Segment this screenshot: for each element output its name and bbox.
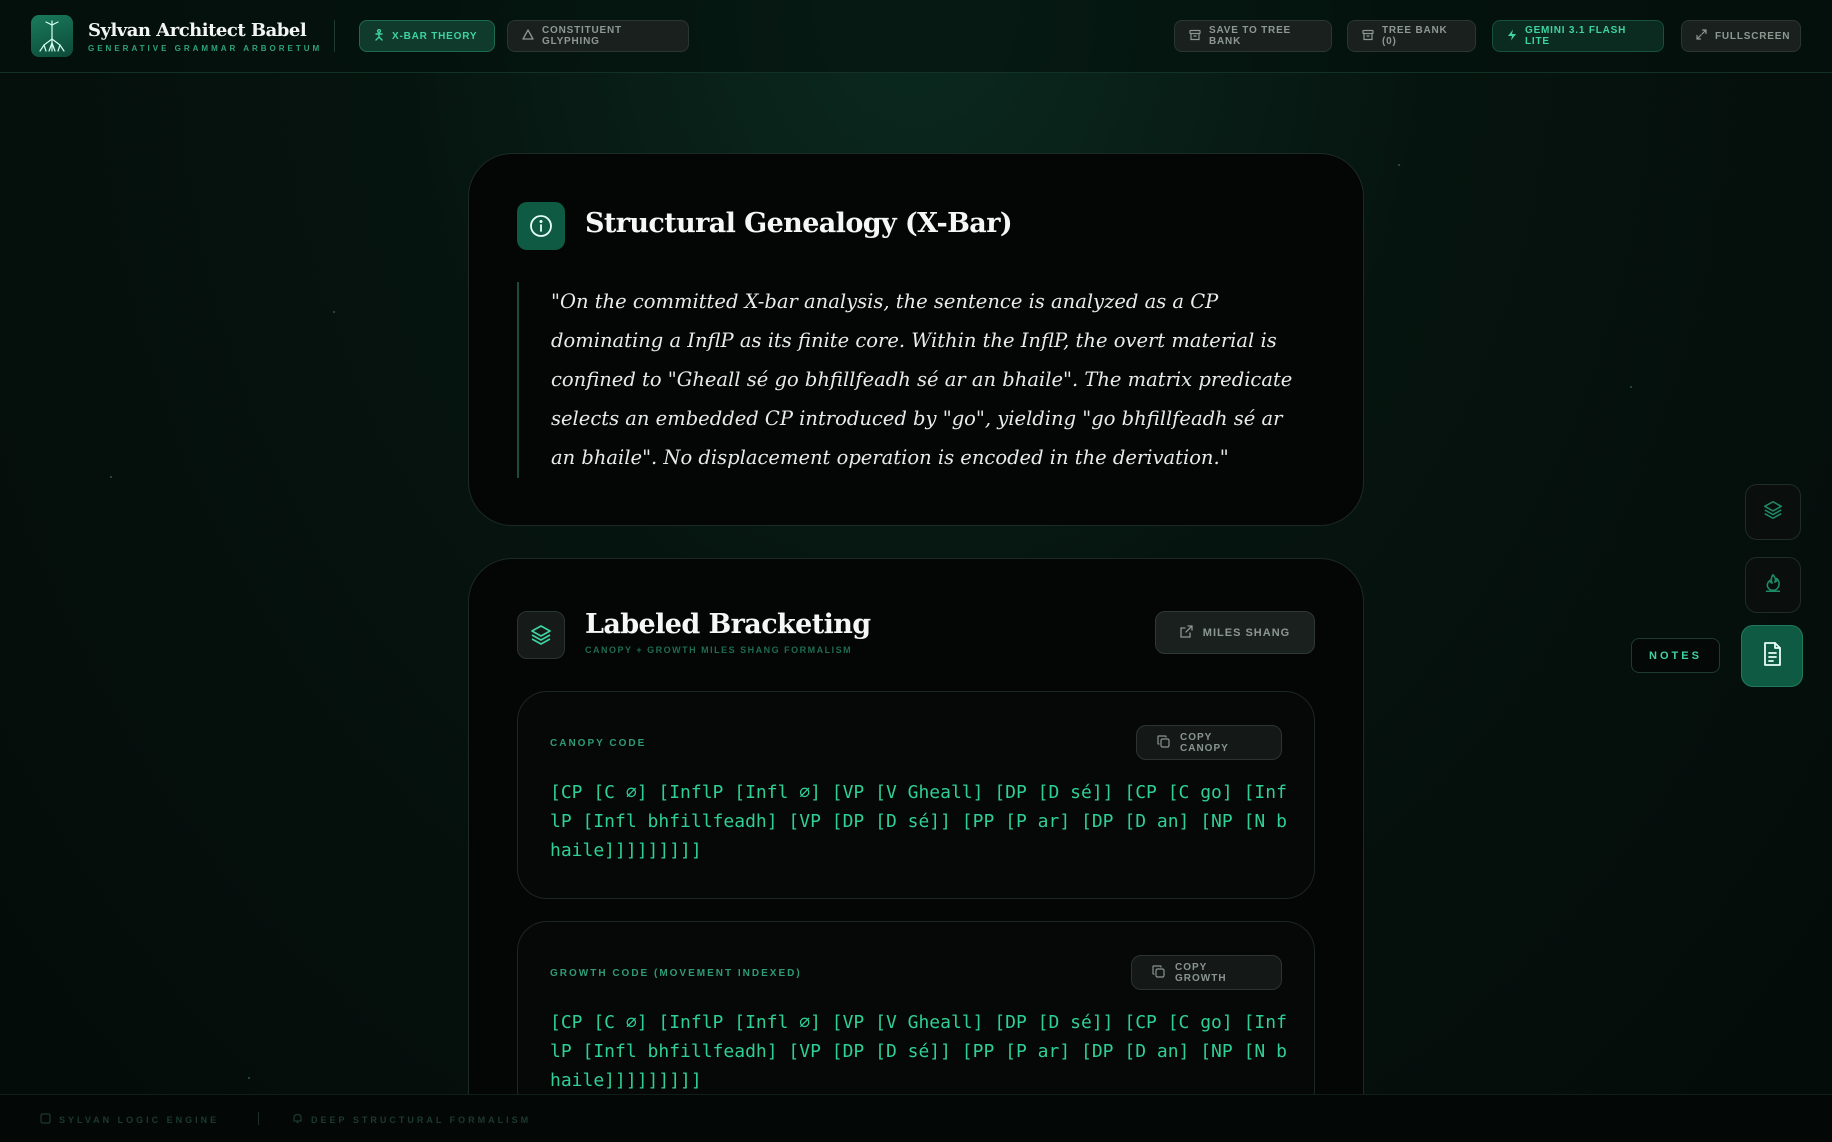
copy-canopy-button[interactable]: COPY CANOPY xyxy=(1136,725,1282,760)
model-label: GEMINI 3.1 FLASH LITE xyxy=(1525,25,1627,47)
app-footer: SYLVAN LOGIC ENGINE DEEP STRUCTURAL FORM… xyxy=(0,1094,1832,1142)
document-icon xyxy=(1760,641,1784,672)
tree-bank-label: TREE BANK (0) xyxy=(1382,25,1448,47)
tab-constituent-glyphing[interactable]: CONSTITUENT GLYPHING xyxy=(507,20,689,52)
footer-formalism: DEEP STRUCTURAL FORMALISM xyxy=(292,1113,531,1126)
bell-icon xyxy=(292,1113,303,1126)
footer-formalism-label: DEEP STRUCTURAL FORMALISM xyxy=(311,1114,532,1125)
person-icon xyxy=(374,28,384,44)
copy-icon xyxy=(1157,734,1170,751)
growth-code-text: [CP [C ∅] [InflP [Infl ∅] [VP [V Gheall]… xyxy=(550,1012,1287,1091)
app-header: Sylvan Architect Babel GENERATIVE GRAMMA… xyxy=(0,0,1832,73)
tree-bank-button[interactable]: TREE BANK (0) xyxy=(1347,20,1476,52)
tab-label: CONSTITUENT GLYPHING xyxy=(542,25,622,47)
bracketing-title: Labeled Bracketing xyxy=(585,609,871,640)
structural-genealogy-card: Structural Genealogy (X-Bar) "On the com… xyxy=(468,153,1364,526)
layers-toolbar-button[interactable] xyxy=(1745,484,1801,540)
chip-icon xyxy=(40,1113,51,1126)
tree-logo-icon xyxy=(31,15,73,57)
copy-icon xyxy=(1152,964,1165,981)
genealogy-title: Structural Genealogy (X-Bar) xyxy=(585,208,1013,239)
canopy-code-text: [CP [C ∅] [InflP [Infl ∅] [VP [V Gheall]… xyxy=(550,782,1287,861)
brand-title: Sylvan Architect Babel xyxy=(88,20,307,41)
copy-growth-label: COPY GROWTH xyxy=(1175,961,1227,984)
archive-icon xyxy=(1189,29,1201,44)
notes-toolbar-button[interactable] xyxy=(1741,625,1803,687)
canopy-code-panel: CANOPY CODE COPY CANOPY [CP [C ∅] [InflP… xyxy=(517,691,1315,899)
fire-icon xyxy=(1762,572,1784,599)
save-label: SAVE TO TREE BANK xyxy=(1209,25,1292,47)
quote-accent-bar xyxy=(517,282,519,478)
save-to-tree-bank-button[interactable]: SAVE TO TREE BANK xyxy=(1174,20,1332,52)
triangle-icon xyxy=(522,29,534,43)
layers-icon xyxy=(1762,499,1784,526)
background-particle xyxy=(1630,386,1632,388)
fullscreen-label: FULLSCREEN xyxy=(1715,30,1791,42)
external-link-icon xyxy=(1180,624,1193,641)
footer-engine: SYLVAN LOGIC ENGINE xyxy=(40,1113,219,1126)
expand-icon xyxy=(1696,29,1707,43)
miles-shang-label: MILES SHANG xyxy=(1202,626,1291,639)
copy-growth-button[interactable]: COPY GROWTH xyxy=(1131,955,1282,990)
info-icon xyxy=(517,202,565,250)
fire-toolbar-button[interactable] xyxy=(1745,557,1801,613)
background-particle xyxy=(110,476,112,478)
background-particle xyxy=(248,1077,250,1079)
lightning-icon xyxy=(1507,29,1517,44)
brand-subtitle: GENERATIVE GRAMMAR ARBORETUM xyxy=(88,44,323,53)
model-selector-button[interactable]: GEMINI 3.1 FLASH LITE xyxy=(1492,20,1664,52)
tab-label: X-BAR THEORY xyxy=(392,30,478,42)
bracketing-subtitle: CANOPY + GROWTH MILES SHANG FORMALISM xyxy=(585,645,853,655)
copy-canopy-label: COPY CANOPY xyxy=(1180,731,1229,754)
miles-shang-button[interactable]: MILES SHANG xyxy=(1155,611,1315,654)
background-particle xyxy=(1398,164,1400,166)
background-particle xyxy=(333,311,335,313)
growth-code-label: GROWTH CODE (MOVEMENT INDEXED) xyxy=(550,968,802,979)
layers-icon xyxy=(517,611,565,659)
fullscreen-button[interactable]: FULLSCREEN xyxy=(1681,20,1801,52)
notes-tooltip: NOTES xyxy=(1631,638,1720,673)
footer-engine-label: SYLVAN LOGIC ENGINE xyxy=(59,1114,220,1125)
footer-divider xyxy=(258,1112,259,1125)
tab-x-bar-theory[interactable]: X-BAR THEORY xyxy=(359,20,495,52)
canopy-code-label: CANOPY CODE xyxy=(550,738,647,749)
genealogy-quote: "On the committed X-bar analysis, the se… xyxy=(551,290,1293,469)
archive-icon xyxy=(1362,29,1374,44)
header-divider xyxy=(334,20,335,52)
labeled-bracketing-card: Labeled Bracketing CANOPY + GROWTH MILES… xyxy=(468,558,1364,1142)
